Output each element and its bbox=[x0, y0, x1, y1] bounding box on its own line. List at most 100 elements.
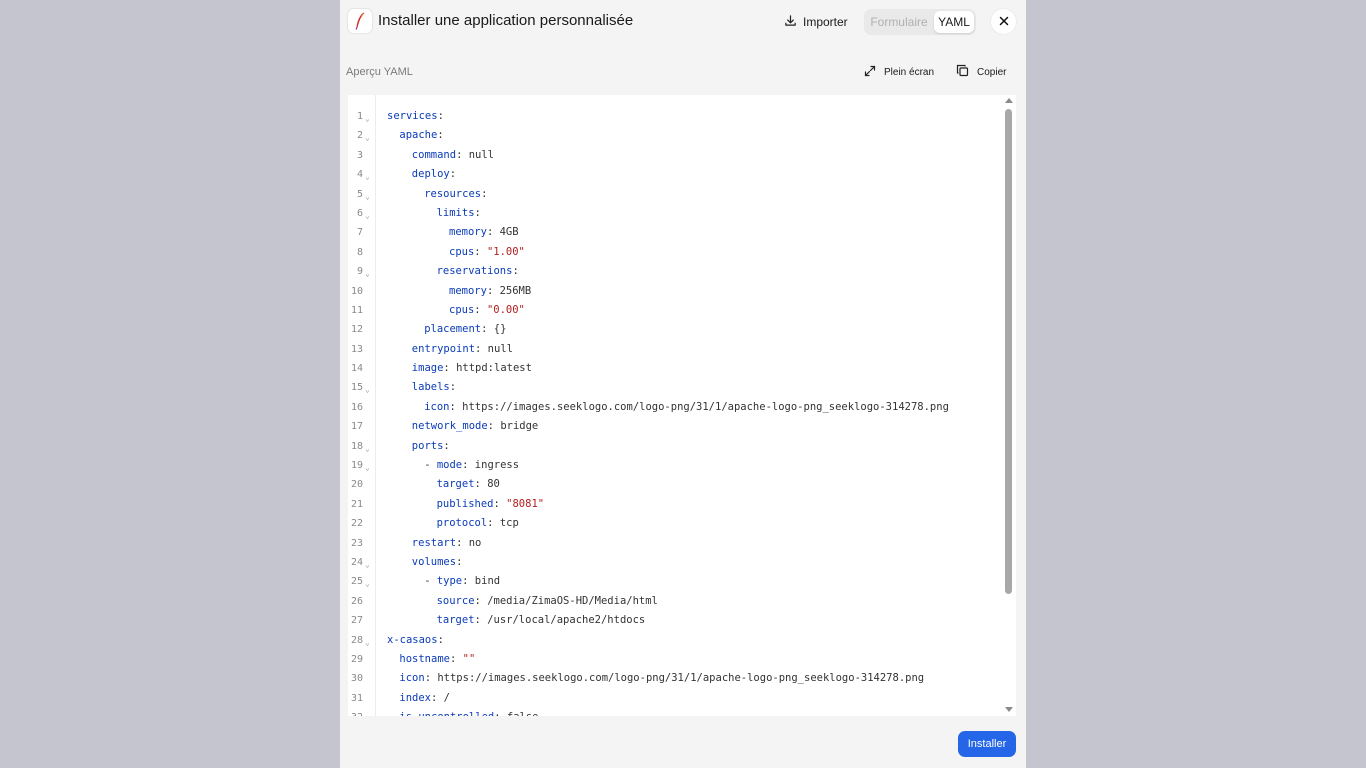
feather-logo-icon bbox=[348, 9, 372, 33]
yaml-key: labels bbox=[411, 381, 450, 394]
import-button[interactable]: Importer bbox=[784, 12, 848, 32]
yaml-key: image bbox=[411, 362, 444, 375]
install-custom-app-modal: Installer une application personnalisée … bbox=[340, 0, 1026, 768]
yaml-value: 4GB bbox=[499, 226, 519, 239]
close-icon bbox=[999, 13, 1009, 31]
line-number: 32 bbox=[348, 708, 363, 716]
code-lines: 1 ⌄ services: 2 ⌄ apache: 3 command: null 4 ⌄ depl… bbox=[348, 107, 1008, 716]
code-text: limits: bbox=[436, 206, 481, 219]
line-number: 10 bbox=[350, 285, 363, 297]
yaml-key: icon bbox=[399, 672, 425, 685]
code-text: protocol: tcp bbox=[436, 517, 519, 530]
yaml-value: no bbox=[468, 536, 482, 549]
expand-icon bbox=[864, 65, 876, 80]
line-number: 17 bbox=[350, 421, 363, 433]
code-text: reservations: bbox=[436, 265, 519, 278]
line-number: 3 bbox=[356, 149, 363, 161]
line-number: 5 bbox=[356, 188, 363, 200]
yaml-key: services bbox=[387, 110, 438, 122]
copy-button[interactable]: Copier bbox=[956, 64, 1006, 80]
code-line: 2 ⌄ apache: bbox=[348, 126, 1008, 145]
fullscreen-button[interactable]: Plein écran bbox=[864, 64, 934, 80]
download-icon bbox=[784, 14, 797, 30]
yaml-value: tcp bbox=[499, 517, 519, 530]
line-number: 28 bbox=[350, 634, 363, 646]
code-line: 18 ⌄ ports: bbox=[348, 437, 1008, 456]
yaml-preview-label: Aperçu YAML bbox=[346, 66, 413, 78]
code-text: target: 80 bbox=[436, 478, 500, 491]
yaml-key: entrypoint bbox=[411, 342, 476, 355]
line-number: 11 bbox=[350, 304, 363, 316]
copy-icon bbox=[956, 64, 969, 80]
yaml-value: "8081" bbox=[506, 497, 545, 510]
code-text: deploy: bbox=[411, 168, 457, 181]
yaml-value: bridge bbox=[500, 420, 539, 433]
code-text: is_uncontrolled: false bbox=[399, 708, 538, 716]
install-button[interactable]: Installer bbox=[958, 731, 1016, 757]
line-number: 23 bbox=[350, 537, 363, 549]
yaml-key: hostname bbox=[399, 652, 450, 665]
code-text: restart: no bbox=[411, 536, 482, 549]
editor-scrollbar[interactable] bbox=[1002, 95, 1016, 716]
code-text: services: bbox=[387, 110, 444, 122]
code-line: 10 memory: 256MB bbox=[348, 282, 1008, 301]
line-number: 13 bbox=[350, 343, 363, 355]
code-text: cpus: "0.00" bbox=[449, 303, 525, 316]
scrollbar-thumb[interactable] bbox=[1005, 109, 1012, 594]
code-line: 29 hostname: "" bbox=[348, 650, 1008, 669]
yaml-value: "1.00" bbox=[486, 245, 525, 258]
code-line: 3 command: null bbox=[348, 146, 1008, 165]
scroll-up-arrow-icon[interactable] bbox=[1005, 98, 1013, 103]
code-text: x-casaos: bbox=[387, 633, 444, 646]
code-line: 1 ⌄ services: bbox=[348, 107, 1008, 126]
scroll-down-arrow-icon[interactable] bbox=[1005, 707, 1013, 712]
yaml-key: target bbox=[436, 478, 475, 491]
code-line: 32 is_uncontrolled: false bbox=[348, 708, 1008, 716]
code-text: image: httpd:latest bbox=[411, 362, 532, 375]
code-line: 20 target: 80 bbox=[348, 475, 1008, 494]
yaml-value: null bbox=[468, 148, 495, 161]
code-text: index: / bbox=[399, 691, 450, 704]
line-number: 9 bbox=[356, 266, 363, 278]
code-line: 12 placement: {} bbox=[348, 320, 1008, 339]
line-number: 2 bbox=[356, 130, 363, 142]
yaml-key: cpus bbox=[449, 245, 475, 258]
code-line: 30 icon: https://images.seeklogo.com/logo… bbox=[348, 669, 1008, 688]
yaml-value: "0.00" bbox=[486, 303, 525, 316]
code-line: 24 ⌄ volumes: bbox=[348, 553, 1008, 572]
code-text: resources: bbox=[424, 187, 488, 200]
yaml-value: /usr/local/apache2/htdocs bbox=[487, 614, 646, 627]
yaml-value: 80 bbox=[487, 478, 500, 491]
yaml-key: x-casaos bbox=[387, 633, 438, 646]
yaml-value: /media/ZimaOS-HD/Media/html bbox=[487, 594, 658, 607]
yaml-value: bind bbox=[474, 575, 501, 588]
code-text: icon: https://images.seeklogo.com/logo-p… bbox=[399, 672, 925, 685]
modal-header: Installer une application personnalisée … bbox=[340, 0, 1026, 44]
code-line: 26 source: /media/ZimaOS-HD/Media/html bbox=[348, 592, 1008, 611]
line-number: 22 bbox=[350, 518, 363, 530]
code-line: 15 ⌄ labels: bbox=[348, 378, 1008, 397]
code-line: 13 entrypoint: null bbox=[348, 340, 1008, 359]
yaml-value: "" bbox=[462, 652, 476, 665]
yaml-code-editor[interactable]: 1 ⌄ services: 2 ⌄ apache: 3 command: null 4 ⌄ depl… bbox=[348, 95, 1016, 716]
yaml-value: 256MB bbox=[499, 284, 532, 297]
yaml-key: command bbox=[411, 148, 457, 161]
yaml-key: memory bbox=[449, 226, 487, 239]
yaml-key: protocol bbox=[436, 517, 488, 530]
close-button[interactable] bbox=[991, 9, 1016, 34]
code-line: 17 network_mode: bridge bbox=[348, 417, 1008, 436]
line-number: 29 bbox=[350, 653, 363, 665]
line-number: 4 bbox=[356, 169, 363, 181]
yaml-key: network_mode bbox=[411, 420, 488, 433]
tab-formulaire[interactable]: Formulaire bbox=[868, 11, 930, 33]
code-text: labels: bbox=[411, 381, 457, 394]
yaml-value: httpd:latest bbox=[456, 362, 532, 375]
tab-yaml[interactable]: YAML bbox=[934, 11, 974, 33]
yaml-key: target bbox=[436, 614, 475, 627]
line-number: 14 bbox=[350, 363, 363, 375]
yaml-value: / bbox=[443, 691, 450, 704]
code-line: 22 protocol: tcp bbox=[348, 514, 1008, 533]
code-line: 5 ⌄ resources: bbox=[348, 185, 1008, 204]
yaml-key: source bbox=[436, 594, 475, 607]
code-text: hostname: "" bbox=[399, 652, 476, 665]
